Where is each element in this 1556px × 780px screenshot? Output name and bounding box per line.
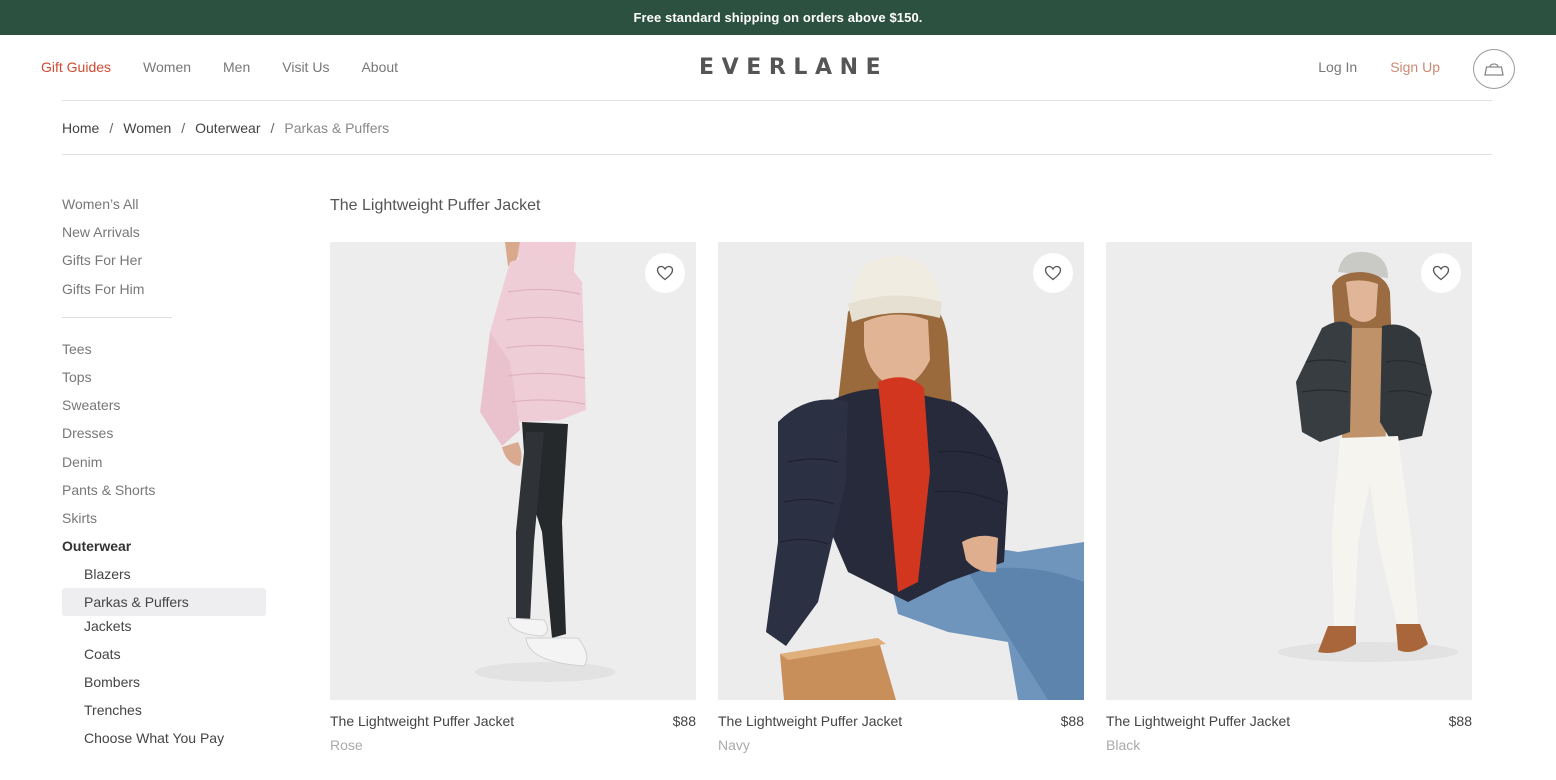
breadcrumb-separator: /	[181, 120, 186, 136]
heart-icon	[1044, 265, 1062, 281]
header-divider	[62, 100, 1492, 101]
nav-men[interactable]: Men	[223, 59, 250, 75]
sidebar-subitem-coats[interactable]: Coats	[62, 645, 266, 673]
breadcrumb-women[interactable]: Women	[123, 120, 171, 136]
sidebar-subitem-bombers[interactable]: Bombers	[62, 673, 266, 701]
promo-banner: Free standard shipping on orders above $…	[0, 0, 1556, 35]
heart-icon	[656, 265, 674, 281]
nav-visit-us[interactable]: Visit Us	[282, 59, 329, 75]
product-image[interactable]	[1106, 242, 1472, 700]
breadcrumb-current: Parkas & Puffers	[284, 120, 390, 136]
model-rose-jacket-image	[330, 242, 696, 700]
sidebar-item-tops[interactable]: Tops	[62, 368, 266, 396]
product-color: Navy	[718, 737, 750, 753]
breadcrumb-home[interactable]: Home	[62, 120, 99, 136]
sidebar-item-new-arrivals[interactable]: New Arrivals	[62, 223, 266, 251]
sidebar-item-outerwear[interactable]: Outerwear	[62, 537, 266, 565]
product-card[interactable]: The Lightweight Puffer Jacket $88 Rose	[330, 242, 696, 753]
sidebar-item-gifts-for-her[interactable]: Gifts For Her	[62, 251, 266, 279]
breadcrumb-separator: /	[270, 120, 275, 136]
category-sidebar: Women’s All New Arrivals Gifts For Her G…	[62, 195, 266, 758]
product-name[interactable]: The Lightweight Puffer Jacket	[330, 713, 514, 729]
nav-about[interactable]: About	[361, 59, 398, 75]
account-nav: Log In Sign Up	[1318, 59, 1440, 75]
product-price: $88	[1448, 713, 1472, 729]
product-meta: The Lightweight Puffer Jacket $88	[330, 713, 696, 729]
wishlist-button[interactable]	[1033, 253, 1073, 293]
signup-link[interactable]: Sign Up	[1390, 59, 1440, 75]
wishlist-button[interactable]	[1421, 253, 1461, 293]
product-name[interactable]: The Lightweight Puffer Jacket	[1106, 713, 1290, 729]
product-price: $88	[1060, 713, 1084, 729]
nav-gift-guides[interactable]: Gift Guides	[41, 59, 111, 75]
sidebar-item-sweaters[interactable]: Sweaters	[62, 396, 266, 424]
product-meta: The Lightweight Puffer Jacket $88	[1106, 713, 1472, 729]
top-navigation: Gift Guides Women Men Visit Us About EVE…	[0, 35, 1556, 101]
breadcrumb-divider	[62, 154, 1492, 155]
cart-button[interactable]	[1473, 49, 1515, 89]
product-meta: The Lightweight Puffer Jacket $88	[718, 713, 1084, 729]
model-navy-jacket-image	[718, 242, 1084, 700]
product-price: $88	[672, 713, 696, 729]
section-title: The Lightweight Puffer Jacket	[330, 197, 541, 214]
sidebar-subitem-choose-what-you-pay[interactable]: Choose What You Pay	[62, 729, 266, 757]
model-black-jacket-image	[1106, 242, 1472, 700]
wishlist-button[interactable]	[645, 253, 685, 293]
site-logo[interactable]: EVERLANE	[699, 55, 888, 80]
sidebar-item-dresses[interactable]: Dresses	[62, 424, 266, 452]
breadcrumb-outerwear[interactable]: Outerwear	[195, 120, 260, 136]
sidebar-subitem-trenches[interactable]: Trenches	[62, 701, 266, 729]
login-link[interactable]: Log In	[1318, 59, 1357, 75]
product-card[interactable]: The Lightweight Puffer Jacket $88 Black	[1106, 242, 1472, 753]
product-name[interactable]: The Lightweight Puffer Jacket	[718, 713, 902, 729]
sidebar-item-pants-shorts[interactable]: Pants & Shorts	[62, 481, 266, 509]
product-image[interactable]	[330, 242, 696, 700]
sidebar-subitem-jackets[interactable]: Jackets	[62, 617, 266, 645]
product-color: Black	[1106, 737, 1141, 753]
breadcrumb: Home / Women / Outerwear / Parkas & Puff…	[62, 120, 389, 136]
product-image[interactable]	[718, 242, 1084, 700]
breadcrumb-separator: /	[109, 120, 114, 136]
main-nav: Gift Guides Women Men Visit Us About	[41, 59, 430, 75]
sidebar-divider	[62, 316, 172, 318]
sidebar-item-gifts-for-him[interactable]: Gifts For Him	[62, 280, 266, 308]
product-card[interactable]: The Lightweight Puffer Jacket $88 Navy	[718, 242, 1084, 753]
sidebar-item-denim[interactable]: Denim	[62, 453, 266, 481]
sidebar-item-tees[interactable]: Tees	[62, 340, 266, 368]
sidebar-subitem-parkas-puffers[interactable]: Parkas & Puffers	[62, 588, 266, 617]
shopping-bag-icon	[1484, 63, 1504, 76]
heart-icon	[1432, 265, 1450, 281]
promo-text: Free standard shipping on orders above $…	[633, 10, 923, 25]
product-grid: The Lightweight Puffer Jacket $88 Rose T…	[330, 242, 1472, 753]
nav-women[interactable]: Women	[143, 59, 191, 75]
product-color: Rose	[330, 737, 363, 753]
sidebar-item-skirts[interactable]: Skirts	[62, 509, 266, 537]
sidebar-item-womens-all[interactable]: Women’s All	[62, 195, 266, 223]
